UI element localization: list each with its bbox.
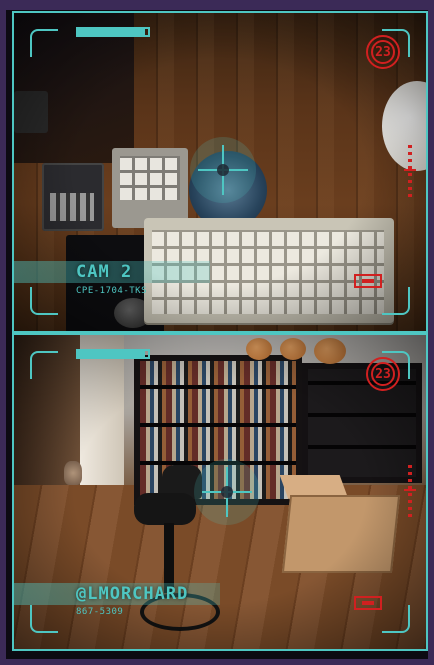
camera-title: @LMORCHARD bbox=[76, 584, 189, 604]
camera-subtitle: 867-5309 bbox=[76, 607, 124, 617]
hud-corner-bottom-left bbox=[30, 605, 58, 633]
hud-corner-top-left bbox=[30, 29, 58, 57]
level-meter-icon bbox=[404, 465, 416, 517]
level-meter-icon bbox=[404, 145, 416, 197]
camera-feed-1[interactable]: 23 CAM 2 CPE-1704-TKS bbox=[12, 11, 428, 333]
numbered-badge-icon: 23 bbox=[366, 357, 400, 391]
hud-corner-bottom-right bbox=[382, 287, 410, 315]
signal-level-bar bbox=[76, 27, 150, 37]
camera-title: CAM 2 bbox=[76, 262, 133, 282]
hud-corner-bottom-left bbox=[30, 287, 58, 315]
crosshair-icon bbox=[190, 137, 256, 203]
badge-number: 23 bbox=[375, 44, 391, 60]
crosshair-icon bbox=[194, 459, 260, 525]
hud-corner-top-left bbox=[30, 351, 58, 379]
record-indicator-icon bbox=[354, 596, 382, 610]
badge-number: 23 bbox=[375, 366, 391, 382]
camera-feed-2[interactable]: 23 @LMORCHARD 867-5309 bbox=[12, 333, 428, 651]
signal-level-bar bbox=[76, 349, 150, 359]
camera-subtitle: CPE-1704-TKS bbox=[76, 286, 148, 296]
hud-corner-bottom-right bbox=[382, 605, 410, 633]
numbered-badge-icon: 23 bbox=[366, 35, 400, 69]
record-indicator-icon bbox=[354, 274, 382, 288]
